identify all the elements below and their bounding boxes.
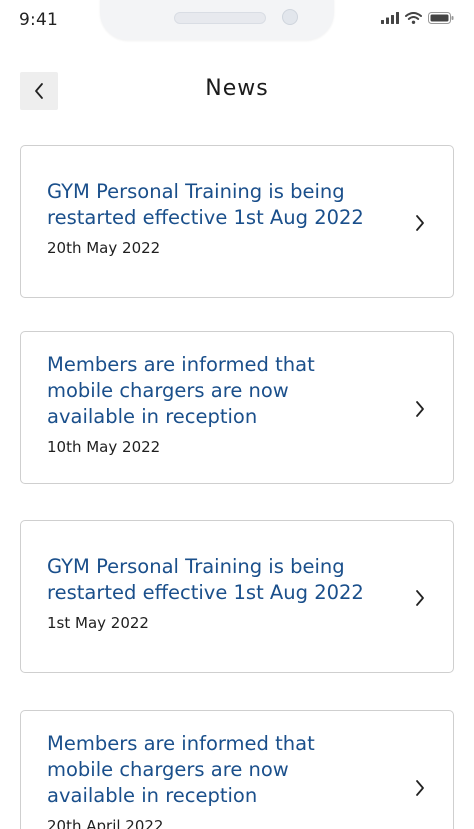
news-title-line: Members are informed that (47, 732, 315, 755)
wifi-icon (405, 12, 422, 24)
news-card-content: GYM Personal Training is being restarted… (47, 179, 393, 257)
status-time: 9:41 (19, 10, 58, 30)
news-title-line: mobile chargers are now (47, 758, 289, 781)
status-bar: 9:41 (0, 0, 474, 40)
news-card[interactable]: GYM Personal Training is being restarted… (20, 520, 454, 673)
signal-icon (381, 12, 399, 24)
news-card[interactable]: GYM Personal Training is being restarted… (20, 145, 454, 298)
page-title: News (205, 76, 269, 101)
news-date: 20th April 2022 (47, 817, 164, 829)
camera-icon (282, 9, 298, 25)
chevron-right-icon (416, 780, 424, 796)
news-card-content: Members are informed that mobile charger… (47, 352, 393, 456)
chevron-right-icon (416, 590, 424, 606)
news-card-content: GYM Personal Training is being restarted… (47, 554, 393, 632)
device-notch (100, 0, 334, 40)
news-title-line: Members are informed that (47, 353, 315, 376)
news-title-line: restarted effective 1st Aug 2022 (47, 581, 364, 604)
news-date: 20th May 2022 (47, 239, 161, 257)
news-title-line: available in reception (47, 405, 258, 428)
battery-icon (428, 12, 454, 24)
news-screen: 9:41 News GYM Personal Training is being… (0, 0, 474, 829)
news-card[interactable]: Members are informed that mobile charger… (20, 710, 454, 829)
status-icons (381, 12, 454, 24)
speaker-icon (174, 12, 266, 24)
news-title-line: GYM Personal Training is being (47, 555, 345, 578)
news-title-line: available in reception (47, 784, 258, 807)
news-date: 1st May 2022 (47, 614, 149, 632)
news-title-line: restarted effective 1st Aug 2022 (47, 206, 364, 229)
news-card[interactable]: Members are informed that mobile charger… (20, 331, 454, 484)
news-date: 10th May 2022 (47, 438, 161, 456)
news-title-line: mobile chargers are now (47, 379, 289, 402)
news-card-content: Members are informed that mobile charger… (47, 731, 393, 829)
chevron-right-icon (416, 401, 424, 417)
news-title-line: GYM Personal Training is being (47, 180, 345, 203)
chevron-right-icon (416, 215, 424, 231)
